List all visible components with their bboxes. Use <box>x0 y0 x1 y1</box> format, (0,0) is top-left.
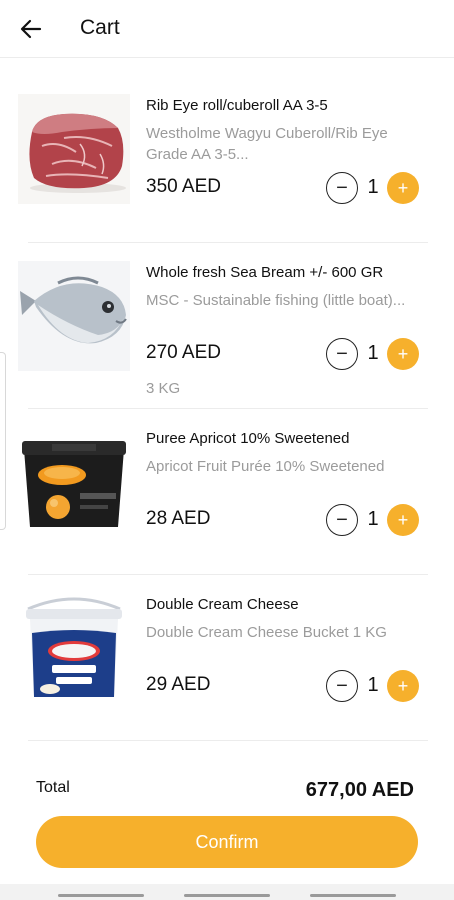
decrease-quantity-button[interactable]: − <box>326 338 358 370</box>
back-nav-button[interactable] <box>310 894 396 897</box>
increase-quantity-button[interactable]: + <box>387 670 419 702</box>
confirm-button[interactable]: Confirm <box>36 816 418 868</box>
top-bar: Cart <box>0 0 454 58</box>
quantity-stepper: − 1 + <box>326 337 420 371</box>
item-price: 350 AED <box>146 176 221 197</box>
quantity-value: 1 <box>367 176 379 198</box>
system-navigation-bar <box>0 884 454 900</box>
total-label: Total <box>36 779 70 796</box>
quantity-value: 1 <box>367 508 379 530</box>
recent-apps-button[interactable] <box>58 894 144 897</box>
ribeye-image <box>18 94 130 204</box>
item-price: 29 AED <box>146 674 211 695</box>
quantity-stepper: − 1 + <box>326 171 420 205</box>
page-title: Cart <box>80 16 120 39</box>
item-name: Double Cream Cheese <box>146 596 299 613</box>
divider <box>28 740 428 741</box>
item-name: Whole fresh Sea Bream +/- 600 GR <box>146 264 384 281</box>
increase-quantity-button[interactable]: + <box>387 338 419 370</box>
cart-item: Puree Apricot 10% Sweetened Apricot Frui… <box>0 409 454 575</box>
quantity-value: 1 <box>367 342 379 364</box>
arrow-left-icon <box>20 19 42 39</box>
decrease-quantity-button[interactable]: − <box>326 172 358 204</box>
quantity-stepper: − 1 + <box>326 669 420 703</box>
increase-quantity-button[interactable]: + <box>387 504 419 536</box>
item-price: 28 AED <box>146 508 211 529</box>
item-name: Puree Apricot 10% Sweetened <box>146 430 350 447</box>
item-description: MSC - Sustainable fishing (little boat).… <box>146 292 406 309</box>
edge-panel-handle[interactable] <box>0 352 6 530</box>
apricot-puree-image <box>18 427 130 537</box>
decrease-quantity-button[interactable]: − <box>326 670 358 702</box>
item-name: Rib Eye roll/cuberoll AA 3-5 <box>146 97 328 114</box>
sea-bream-image <box>18 261 130 371</box>
item-weight: 3 KG <box>146 380 181 397</box>
home-button[interactable] <box>184 894 270 897</box>
quantity-stepper: − 1 + <box>326 503 420 537</box>
quantity-value: 1 <box>367 674 379 696</box>
total-value: 677,00 AED <box>305 779 414 801</box>
item-description: Apricot Fruit Purée 10% Sweetened <box>146 458 385 475</box>
item-price: 270 AED <box>146 342 221 363</box>
decrease-quantity-button[interactable]: − <box>326 504 358 536</box>
cart-item: Whole fresh Sea Bream +/- 600 GR MSC - S… <box>0 243 454 409</box>
back-button[interactable] <box>14 12 48 46</box>
item-description: Double Cream Cheese Bucket 1 KG <box>146 624 387 641</box>
cart-item: Rib Eye roll/cuberoll AA 3-5 Westholme W… <box>0 58 454 243</box>
cart-item: Double Cream Cheese Double Cream Cheese … <box>0 575 454 741</box>
item-description: Westholme Wagyu Cuberoll/Rib Eye Grade A… <box>146 125 388 163</box>
increase-quantity-button[interactable]: + <box>387 172 419 204</box>
cream-cheese-image <box>18 593 130 703</box>
